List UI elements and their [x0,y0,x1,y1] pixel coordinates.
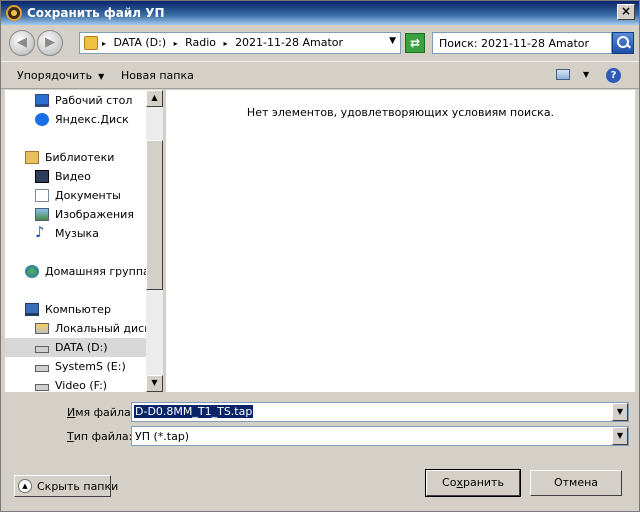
filetype-select[interactable]: УП (*.tap) ▼ [131,426,629,446]
close-button[interactable]: × [617,4,635,20]
music-icon [35,223,49,241]
sidebar-item-systems-drive[interactable]: SystemS (E:) [5,357,146,376]
breadcrumb-separator-icon[interactable]: ▸ [174,39,178,48]
computer-icon [25,303,39,316]
window-title: Сохранить файл УП [27,6,165,20]
sidebar-item-label: Яндекс.Диск [55,113,129,126]
address-dropdown-icon[interactable]: ▼ [389,36,396,46]
hide-folders-label: Скрыть папки [37,480,119,493]
filetype-label: Тип файла: [67,430,133,443]
chevron-up-icon: ▲ [18,479,32,493]
scrollbar-thumb[interactable] [146,140,163,290]
app-icon [6,5,22,21]
back-button[interactable]: ◀ [9,30,35,56]
sidebar-item-label: DATA (D:) [55,341,108,354]
sidebar-item-data-drive[interactable]: DATA (D:) [5,338,146,357]
filetype-dropdown-icon[interactable]: ▼ [612,427,628,445]
command-bar: Упорядочить ▼ Новая папка ▼ ? [1,61,639,89]
sidebar-item-yandex-disk[interactable]: Яндекс.Диск [5,110,146,129]
yandex-disk-icon [35,113,49,126]
hide-folders-button[interactable]: ▲ Скрыть папки [14,475,118,497]
back-arrow-icon: ◀ [17,35,27,50]
disk-icon [35,365,49,372]
sidebar-item-label: Локальный диск ( [55,322,146,335]
view-options-chevron-icon[interactable]: ▼ [583,70,589,79]
empty-results-message: Нет элементов, удовлетворяющих условиям … [246,106,555,119]
breadcrumb-item-radio[interactable]: Radio [185,36,216,49]
filename-field[interactable]: D-D0.8MM_T1_TS.tap ▼ [131,402,629,422]
breadcrumb: ▸ DATA (D:) ▸ Radio ▸ 2021-11-28 Amator [102,36,347,49]
sidebar-item-video[interactable]: Видео [5,167,146,186]
navigation-scrollbar[interactable]: ▲ ▼ [146,90,163,392]
view-mode-icon[interactable] [556,69,570,80]
file-list[interactable]: Нет элементов, удовлетворяющих условиям … [166,90,635,392]
sidebar-item-label: Домашняя группа [45,265,146,278]
cancel-button[interactable]: Отмена [530,470,622,496]
refresh-icon: ⇄ [409,36,421,50]
title-bar[interactable]: Сохранить файл УП × [1,1,639,25]
filename-dropdown-icon[interactable]: ▼ [612,403,628,421]
homegroup-icon [25,265,39,278]
help-icon[interactable]: ? [606,68,621,83]
libraries-icon [25,151,39,164]
sidebar-item-label: Документы [55,189,121,202]
sidebar-item-computer[interactable]: Компьютер [5,300,146,319]
sidebar-item-images[interactable]: Изображения [5,205,146,224]
address-row: ◀ ▶ ▸ DATA (D:) ▸ Radio ▸ 2021-11-28 Ama… [1,25,639,61]
scroll-down-icon[interactable]: ▼ [146,375,163,392]
sidebar-item-libraries[interactable]: Библиотеки [5,148,146,167]
save-button[interactable]: Сохранить [425,469,521,497]
breadcrumb-separator-icon[interactable]: ▸ [224,39,228,48]
save-file-dialog: Сохранить файл УП × ◀ ▶ ▸ DATA (D:) ▸ Ra… [0,0,640,512]
sidebar-item-label: Рабочий стол [55,94,133,107]
close-icon: × [620,4,632,18]
breadcrumb-item-folder[interactable]: 2021-11-28 Amator [235,36,343,49]
filetype-value: УП (*.tap) [135,430,190,443]
disk-icon [35,346,49,353]
images-icon [35,208,49,221]
new-folder-button[interactable]: Новая папка [121,69,194,82]
sidebar-item-local-disk[interactable]: Локальный диск ( [5,319,146,338]
disk-icon [35,384,49,391]
video-icon [35,170,49,183]
documents-icon [35,189,49,202]
search-placeholder: Поиск: 2021-11-28 Amator [439,37,590,50]
sidebar-item-desktop[interactable]: Рабочий стол [5,91,146,110]
breadcrumb-separator-icon[interactable]: ▸ [102,39,106,48]
address-bar[interactable]: ▸ DATA (D:) ▸ Radio ▸ 2021-11-28 Amator … [79,32,401,54]
sidebar-item-music[interactable]: Музыка [5,223,146,243]
sidebar-item-homegroup[interactable]: Домашняя группа [5,262,146,281]
sidebar-item-label: Видео [55,170,91,183]
navigation-pane: Рабочий стол Яндекс.Диск Библиотеки Виде… [5,90,146,392]
sidebar-item-label: Video (F:) [55,379,108,392]
chevron-down-icon: ▼ [98,72,105,81]
refresh-button[interactable]: ⇄ [405,33,425,53]
sidebar-item-label: SystemS (E:) [55,360,126,373]
search-icon[interactable] [612,32,634,54]
folder-icon [84,36,98,50]
desktop-icon [35,94,49,107]
breadcrumb-item-data-drive[interactable]: DATA (D:) [114,36,167,49]
forward-arrow-icon: ▶ [45,35,55,50]
search-input[interactable]: Поиск: 2021-11-28 Amator [432,32,612,54]
forward-button[interactable]: ▶ [37,30,63,56]
scroll-up-icon[interactable]: ▲ [146,90,163,107]
organize-menu[interactable]: Упорядочить ▼ [17,69,104,82]
sidebar-item-label: Компьютер [45,303,111,316]
sidebar-item-documents[interactable]: Документы [5,186,146,205]
sidebar-item-video-drive[interactable]: Video (F:) [5,376,146,392]
sidebar-item-label: Изображения [55,208,134,221]
organize-label: Упорядочить [17,69,93,82]
system-disk-icon [35,323,49,334]
sidebar-item-label: Музыка [55,227,99,240]
filename-value: D-D0.8MM_T1_TS.tap [134,405,254,418]
filename-label: Имя файла: [67,406,135,419]
sidebar-item-label: Библиотеки [45,151,115,164]
